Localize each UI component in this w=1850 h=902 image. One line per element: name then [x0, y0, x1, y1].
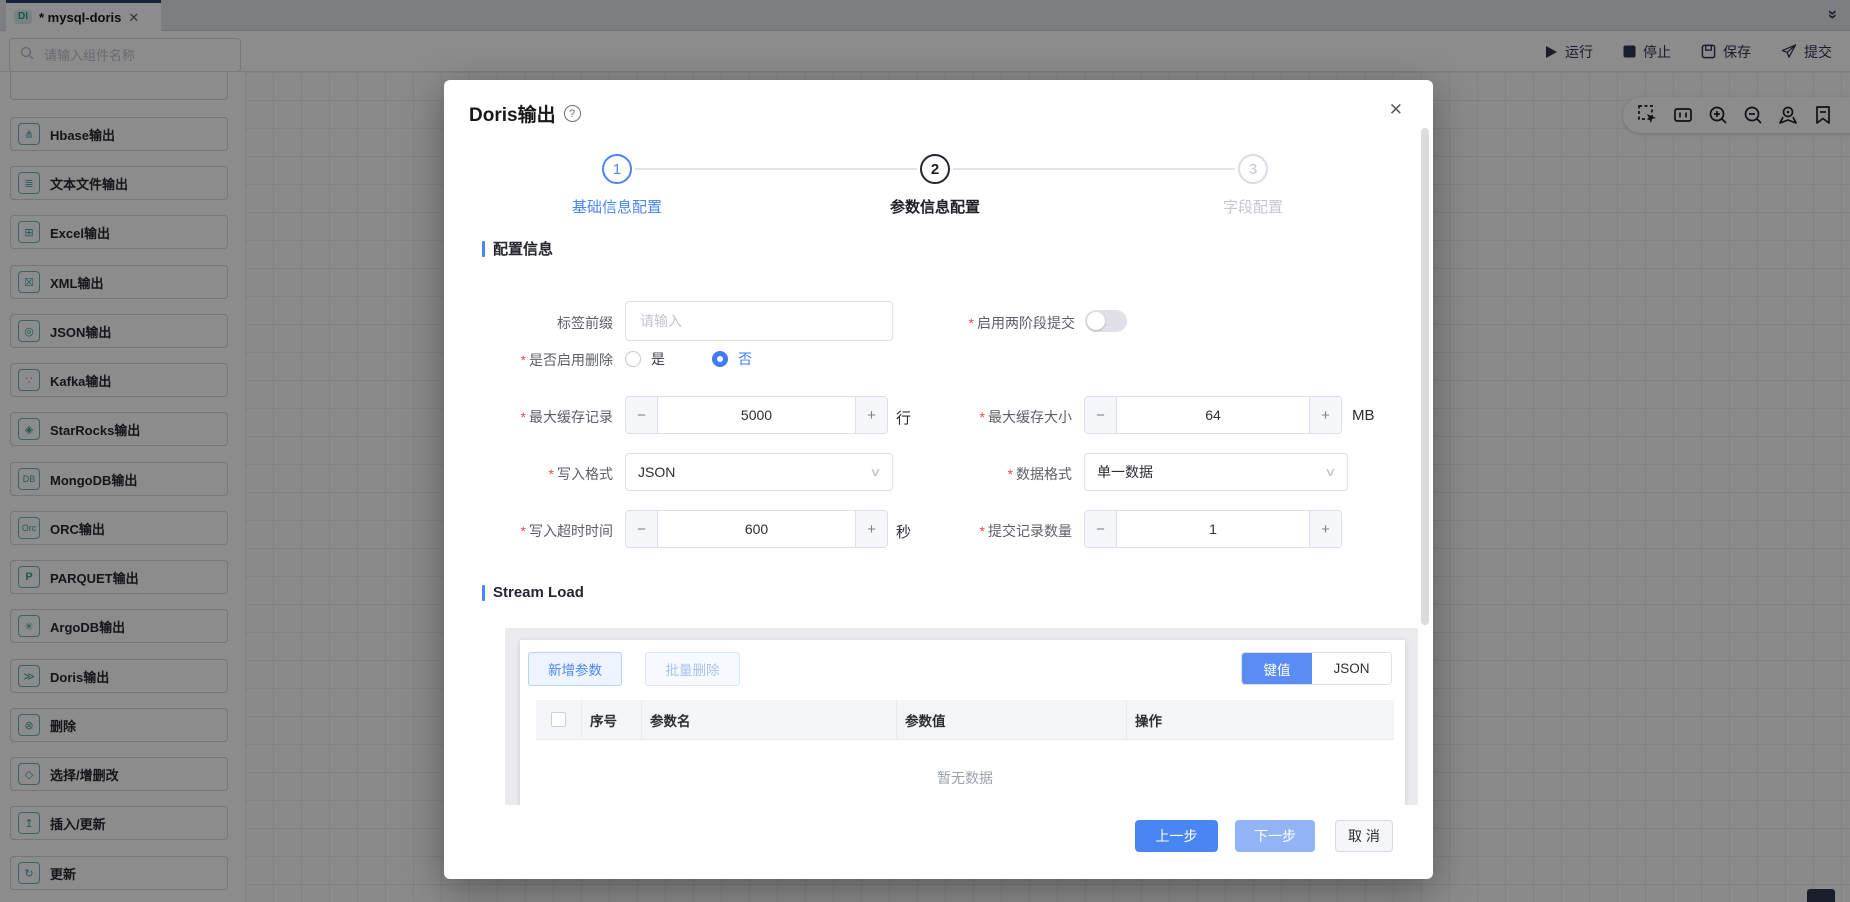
write-format-select[interactable]: JSON ∨ — [625, 453, 893, 491]
step-number: 2 — [920, 154, 950, 184]
col-name: 参数名 — [642, 700, 897, 739]
step-field-config[interactable]: 3 字段配置 — [1094, 154, 1412, 217]
write-timeout-label: *写入超时时间 — [484, 521, 613, 541]
unit-seconds: 秒 — [896, 521, 911, 542]
toggle-knob — [1087, 312, 1105, 330]
radio-selected-icon[interactable] — [712, 351, 728, 367]
chevron-down-icon: ∨ — [1324, 465, 1336, 479]
required-asterisk: * — [969, 315, 974, 331]
required-asterisk: * — [1008, 466, 1013, 482]
col-value: 参数值 — [897, 700, 1127, 739]
decrement-button[interactable]: − — [626, 397, 658, 433]
decrement-button[interactable]: − — [1085, 511, 1117, 547]
required-asterisk: * — [980, 409, 985, 425]
max-cache-size-stepper: − 64 + — [1084, 396, 1342, 434]
required-asterisk: * — [521, 352, 526, 368]
required-asterisk: * — [521, 409, 526, 425]
label-prefix-field[interactable] — [625, 301, 893, 341]
max-cache-size-value[interactable]: 64 — [1117, 397, 1309, 433]
prev-step-button[interactable]: 上一步 — [1135, 820, 1218, 852]
label-prefix-input[interactable] — [638, 312, 880, 330]
doris-output-dialog: Doris输出 ? ✕ 1 基础信息配置 2 参数信息配置 3 字段配置 配置信… — [444, 80, 1433, 879]
param-table-header: 序号 参数名 参数值 操作 — [536, 700, 1394, 740]
commit-records-label: *提交记录数量 — [943, 521, 1072, 541]
section-stream-load: Stream Load — [482, 584, 584, 601]
chevron-down-icon: ∨ — [869, 465, 881, 479]
data-format-select[interactable]: 单一数据 ∨ — [1084, 453, 1348, 491]
section-bar — [482, 241, 485, 257]
header-checkbox-cell — [536, 700, 582, 739]
modal-scrollbar-thumb[interactable] — [1421, 128, 1429, 625]
step-number: 1 — [602, 154, 632, 184]
increment-button[interactable]: + — [1309, 511, 1341, 547]
step-basic-config[interactable]: 1 基础信息配置 — [458, 154, 776, 217]
dialog-close-icon[interactable]: ✕ — [1389, 100, 1403, 120]
mode-json[interactable]: JSON — [1312, 653, 1391, 684]
enable-delete-radio-no[interactable]: 否 — [712, 349, 752, 369]
increment-button[interactable]: + — [1309, 397, 1341, 433]
section-bar — [482, 585, 485, 601]
write-timeout-stepper: − 600 + — [625, 510, 888, 548]
param-mode-toggle: 键值 JSON — [1241, 652, 1392, 685]
param-table: 序号 参数名 参数值 操作 暂无数据 — [536, 700, 1394, 804]
batch-delete-button[interactable]: 批量删除 — [645, 652, 740, 686]
col-index: 序号 — [582, 700, 642, 739]
app-window: DI * mysql-doris ✕ » 运行 停止 保存 — [0, 0, 1850, 902]
required-asterisk: * — [980, 523, 985, 539]
help-icon[interactable]: ? — [564, 105, 581, 122]
add-param-button[interactable]: 新增参数 — [528, 652, 622, 686]
section-config-info: 配置信息 — [482, 238, 553, 259]
enable-delete-label: *是否启用删除 — [484, 350, 613, 370]
col-action: 操作 — [1127, 700, 1394, 739]
label-prefix-label: 标签前缀 — [504, 313, 613, 333]
two-phase-label: *启用两阶段提交 — [919, 313, 1075, 333]
required-asterisk: * — [549, 466, 554, 482]
data-format-label: *数据格式 — [943, 464, 1072, 484]
max-cache-records-value[interactable]: 5000 — [658, 397, 855, 433]
radio-unselected-icon[interactable] — [625, 351, 641, 367]
decrement-button[interactable]: − — [626, 511, 658, 547]
decrement-button[interactable]: − — [1085, 397, 1117, 433]
step-number: 3 — [1238, 154, 1268, 184]
commit-records-stepper: − 1 + — [1084, 510, 1342, 548]
cancel-button[interactable]: 取 消 — [1335, 820, 1393, 852]
empty-state: 暂无数据 — [536, 740, 1394, 804]
max-cache-size-label: *最大缓存大小 — [943, 407, 1072, 427]
unit-rows: 行 — [896, 407, 911, 428]
next-step-button[interactable]: 下一步 — [1235, 820, 1315, 852]
mode-key-value[interactable]: 键值 — [1242, 653, 1312, 684]
commit-records-value[interactable]: 1 — [1117, 511, 1309, 547]
write-timeout-value[interactable]: 600 — [658, 511, 855, 547]
max-cache-records-stepper: − 5000 + — [625, 396, 888, 434]
increment-button[interactable]: + — [855, 511, 887, 547]
max-cache-records-label: *最大缓存记录 — [484, 407, 613, 427]
increment-button[interactable]: + — [855, 397, 887, 433]
unit-mb: MB — [1352, 407, 1375, 424]
dialog-title: Doris输出 — [469, 100, 556, 127]
select-all-checkbox[interactable] — [551, 712, 566, 727]
required-asterisk: * — [521, 523, 526, 539]
enable-delete-radio-yes[interactable]: 是 — [625, 349, 665, 369]
write-format-label: *写入格式 — [484, 464, 613, 484]
two-phase-toggle[interactable] — [1085, 310, 1127, 332]
step-param-config[interactable]: 2 参数信息配置 — [776, 154, 1094, 217]
